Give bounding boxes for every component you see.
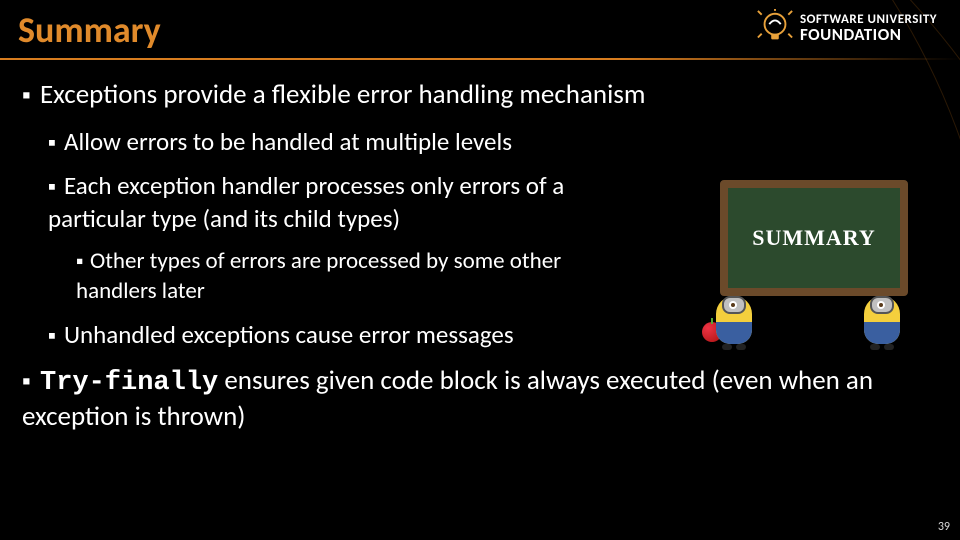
bullet-level3: ▪Other types of errors are processed by … xyxy=(76,247,636,307)
logo: SOFTWARE UNIVERSITY FOUNDATION xyxy=(756,6,946,50)
logo-line2: FOUNDATION xyxy=(800,26,937,43)
bullet-marker: ▪ xyxy=(48,322,64,351)
bullet-marker: ▪ xyxy=(76,248,90,275)
chalkboard-text: SUMMARY xyxy=(752,225,876,251)
bullet-text: Exceptions provide a flexible error hand… xyxy=(40,78,645,111)
slide: Summary SOFTWARE UNIVERSITY FOUNDATION ▪… xyxy=(0,0,960,540)
bullet-level2: ▪Each exception handler processes only e… xyxy=(48,170,608,235)
bullet-text: Other types of errors are processed by s… xyxy=(76,247,561,305)
lightbulb-icon xyxy=(756,9,794,47)
chalkboard: SUMMARY xyxy=(720,180,908,296)
bullet-marker: ▪ xyxy=(22,80,40,110)
page-number: 39 xyxy=(938,520,950,534)
bullet-text: Each exception handler processes only er… xyxy=(48,170,564,234)
bullet-level2: ▪Allow errors to be handled at multiple … xyxy=(48,126,938,159)
bullet-level1: ▪Exceptions provide a flexible error han… xyxy=(22,78,938,112)
bullet-marker: ▪ xyxy=(22,366,40,396)
bullet-text: Unhandled exceptions cause error message… xyxy=(64,319,514,350)
bullet-marker: ▪ xyxy=(48,129,64,158)
title-underline xyxy=(0,58,960,60)
summary-illustration: SUMMARY xyxy=(702,180,912,350)
bullet-text: Allow errors to be handled at multiple l… xyxy=(64,126,512,157)
slide-title: Summary xyxy=(18,8,161,52)
bullet-marker: ▪ xyxy=(48,173,64,202)
bullet-code: Try-finally xyxy=(40,368,218,398)
bullet-level1: ▪Try-finally ensures given code block is… xyxy=(22,364,938,435)
minion-icon xyxy=(714,290,754,350)
minion-icon xyxy=(862,290,902,350)
